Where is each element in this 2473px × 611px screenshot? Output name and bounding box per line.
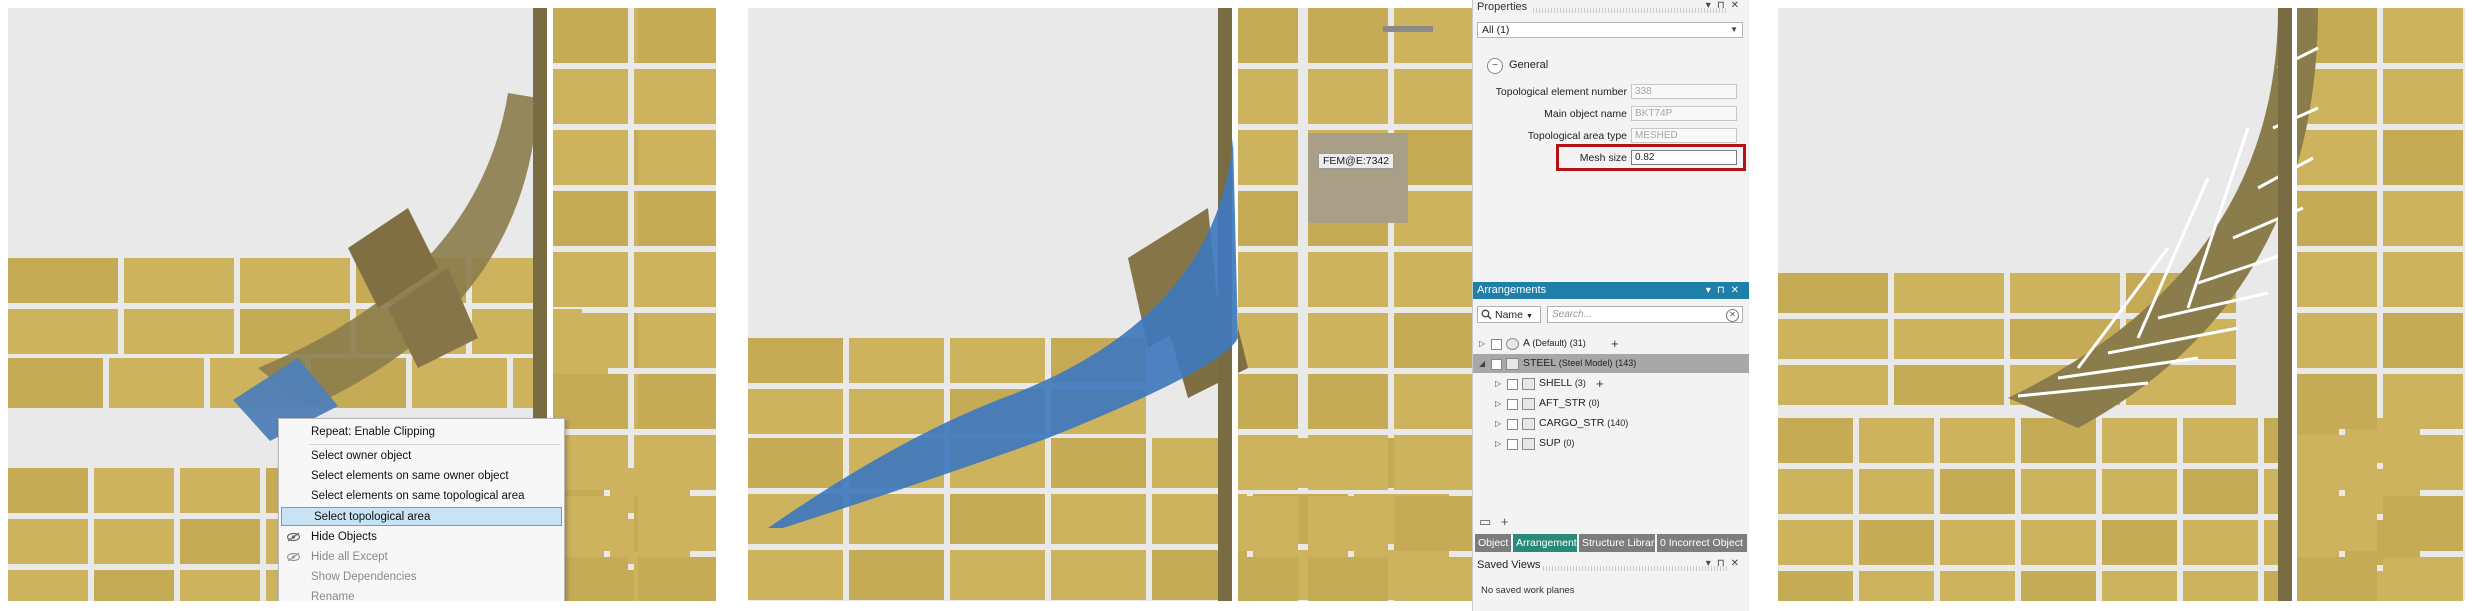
tree-name: AFT_STR	[1539, 397, 1586, 409]
arrangements-window-buttons[interactable]: ▾⊓✕	[1706, 282, 1745, 299]
side-panel: Properties ▾⊓✕ All (1) ▼ − General Topolo…	[1472, 0, 1749, 611]
menu-item-select-topological-area[interactable]: Select topological area	[281, 507, 562, 526]
prop-row-area-type: Topological area type MESHED	[1473, 128, 1749, 144]
prop-value-field[interactable]: 338	[1631, 84, 1737, 99]
viewport-2[interactable]: FEM@E:7342	[748, 8, 1472, 601]
properties-filter-value: All (1)	[1482, 24, 1510, 36]
tree-row-sup[interactable]: ▷ SUP (0)	[1473, 434, 1749, 453]
tree-row-a[interactable]: ▷ A (Default) (31) +	[1473, 334, 1749, 353]
tree-name: A	[1523, 337, 1530, 349]
collapse-tree-icon[interactable]: ◢	[1479, 354, 1485, 373]
prop-value-field[interactable]: BKT74P	[1631, 106, 1737, 121]
menu-item-select-owner[interactable]: Select owner object	[279, 447, 564, 466]
search-placeholder: Search...	[1552, 309, 1593, 320]
checkbox[interactable]	[1507, 419, 1518, 430]
prop-value-field[interactable]: MESHED	[1631, 128, 1737, 143]
tree-count: (3)	[1574, 378, 1586, 388]
tree-row-cargo-str[interactable]: ▷ CARGO_STR (140)	[1473, 414, 1749, 433]
prop-row-main-object: Main object name BKT74P	[1473, 106, 1749, 122]
properties-title: Properties	[1477, 1, 1528, 13]
model-icon	[1506, 358, 1519, 370]
properties-window-buttons[interactable]: ▾⊓✕	[1706, 0, 1745, 11]
menu-item-select-same-owner[interactable]: Select elements on same owner object	[279, 467, 564, 486]
search-by-dropdown[interactable]: Name ▼	[1477, 306, 1541, 323]
folder-icon	[1522, 378, 1535, 390]
checkbox[interactable]	[1491, 359, 1502, 370]
tree-count: (0)	[1563, 438, 1575, 448]
expand-icon[interactable]: ▷	[1495, 394, 1501, 413]
add-icon[interactable]: +	[1501, 514, 1509, 529]
properties-filter-select[interactable]: All (1) ▼	[1477, 22, 1743, 38]
add-icon[interactable]: +	[1596, 374, 1604, 393]
viewport-3[interactable]	[1778, 8, 2465, 601]
checkbox[interactable]	[1507, 379, 1518, 390]
tree-row-steel[interactable]: ◢ STEEL (Steel Model) (143)	[1473, 354, 1749, 373]
expand-icon[interactable]: ▷	[1479, 334, 1485, 353]
folder-icon	[1522, 398, 1535, 410]
menu-item-hide-all-except[interactable]: Hide all Except	[279, 548, 564, 567]
clear-search-icon[interactable]: ✕	[1726, 309, 1739, 322]
chevron-down-icon: ▼	[1730, 25, 1738, 34]
context-menu: Repeat: Enable Clipping Select owner obj…	[278, 418, 565, 601]
eye-hide-icon	[287, 552, 300, 562]
tree-count: (143)	[1615, 358, 1637, 368]
saved-views-title: Saved Views	[1477, 559, 1541, 571]
eye-hide-icon	[287, 532, 300, 542]
group-general: General	[1509, 59, 1549, 71]
tree-suffix: (Steel Model)	[1558, 358, 1613, 368]
arrangement-icon	[1506, 338, 1519, 350]
tree-count: (31)	[1569, 338, 1586, 348]
arrangements-search-input[interactable]: Search... ✕	[1547, 306, 1743, 323]
menu-item-rename[interactable]: Rename	[279, 588, 564, 601]
menu-item-show-dependencies[interactable]: Show Dependencies	[279, 568, 564, 587]
arrangement-actions: ▭ +	[1479, 514, 1509, 530]
saved-views-empty: No saved work planes	[1481, 585, 1575, 596]
tree-name: SUP	[1539, 437, 1561, 449]
saved-views-window-buttons[interactable]: ▾⊓✕	[1706, 558, 1745, 569]
folder-icon	[1522, 438, 1535, 450]
tree-count: (0)	[1588, 398, 1600, 408]
prop-label: Topological area type	[1527, 130, 1627, 142]
checkbox[interactable]	[1507, 439, 1518, 450]
tree-count: (140)	[1607, 418, 1629, 428]
prop-row-topo-number: Topological element number 338	[1473, 84, 1749, 100]
menu-item-hide-objects[interactable]: Hide Objects	[279, 528, 564, 547]
expand-icon[interactable]: ▷	[1495, 414, 1501, 433]
tab-incorrect-objects[interactable]: 0 Incorrect Object	[1657, 534, 1747, 552]
tab-object[interactable]: Object	[1475, 534, 1511, 552]
menu-item-select-same-area[interactable]: Select elements on same topological area	[279, 487, 564, 506]
tree-name: STEEL	[1523, 357, 1556, 369]
element-tooltip: FEM@E:7342	[1318, 153, 1395, 169]
model-view-2	[748, 8, 1472, 601]
arrangements-title: Arrangements ▾⊓✕	[1473, 282, 1749, 299]
menu-item-hide-all-except-label: Hide all Except	[311, 551, 388, 563]
model-view-3	[1778, 8, 2465, 601]
tab-structure-library[interactable]: Structure Librar	[1579, 534, 1655, 552]
tree-name: SHELL	[1539, 377, 1572, 389]
mesh-size-highlight	[1556, 144, 1746, 171]
tree-row-aft-str[interactable]: ▷ AFT_STR (0)	[1473, 394, 1749, 413]
checkbox[interactable]	[1491, 339, 1502, 350]
arrangements-title-label: Arrangements	[1477, 284, 1547, 296]
search-icon	[1481, 309, 1492, 320]
tab-arrangement[interactable]: Arrangement	[1513, 534, 1577, 552]
search-by-label: Name	[1495, 309, 1524, 321]
open-folder-icon[interactable]: ▭	[1479, 514, 1491, 529]
prop-label: Topological element number	[1495, 86, 1627, 98]
expand-icon[interactable]: ▷	[1495, 434, 1501, 453]
expand-icon[interactable]: ▷	[1495, 374, 1501, 393]
prop-label: Main object name	[1544, 108, 1627, 120]
tree-suffix: (Default)	[1532, 338, 1567, 348]
collapse-icon[interactable]: −	[1487, 58, 1503, 74]
menu-item-hide-objects-label: Hide Objects	[311, 531, 377, 543]
checkbox[interactable]	[1507, 399, 1518, 410]
tree-name: CARGO_STR	[1539, 417, 1605, 429]
add-icon[interactable]: +	[1611, 334, 1619, 353]
menu-item-repeat-clipping[interactable]: Repeat: Enable Clipping	[279, 423, 564, 442]
folder-icon	[1522, 418, 1535, 430]
tree-row-shell[interactable]: ▷ SHELL (3) +	[1473, 374, 1749, 393]
viewport-1[interactable]: Repeat: Enable Clipping Select owner obj…	[8, 8, 716, 601]
